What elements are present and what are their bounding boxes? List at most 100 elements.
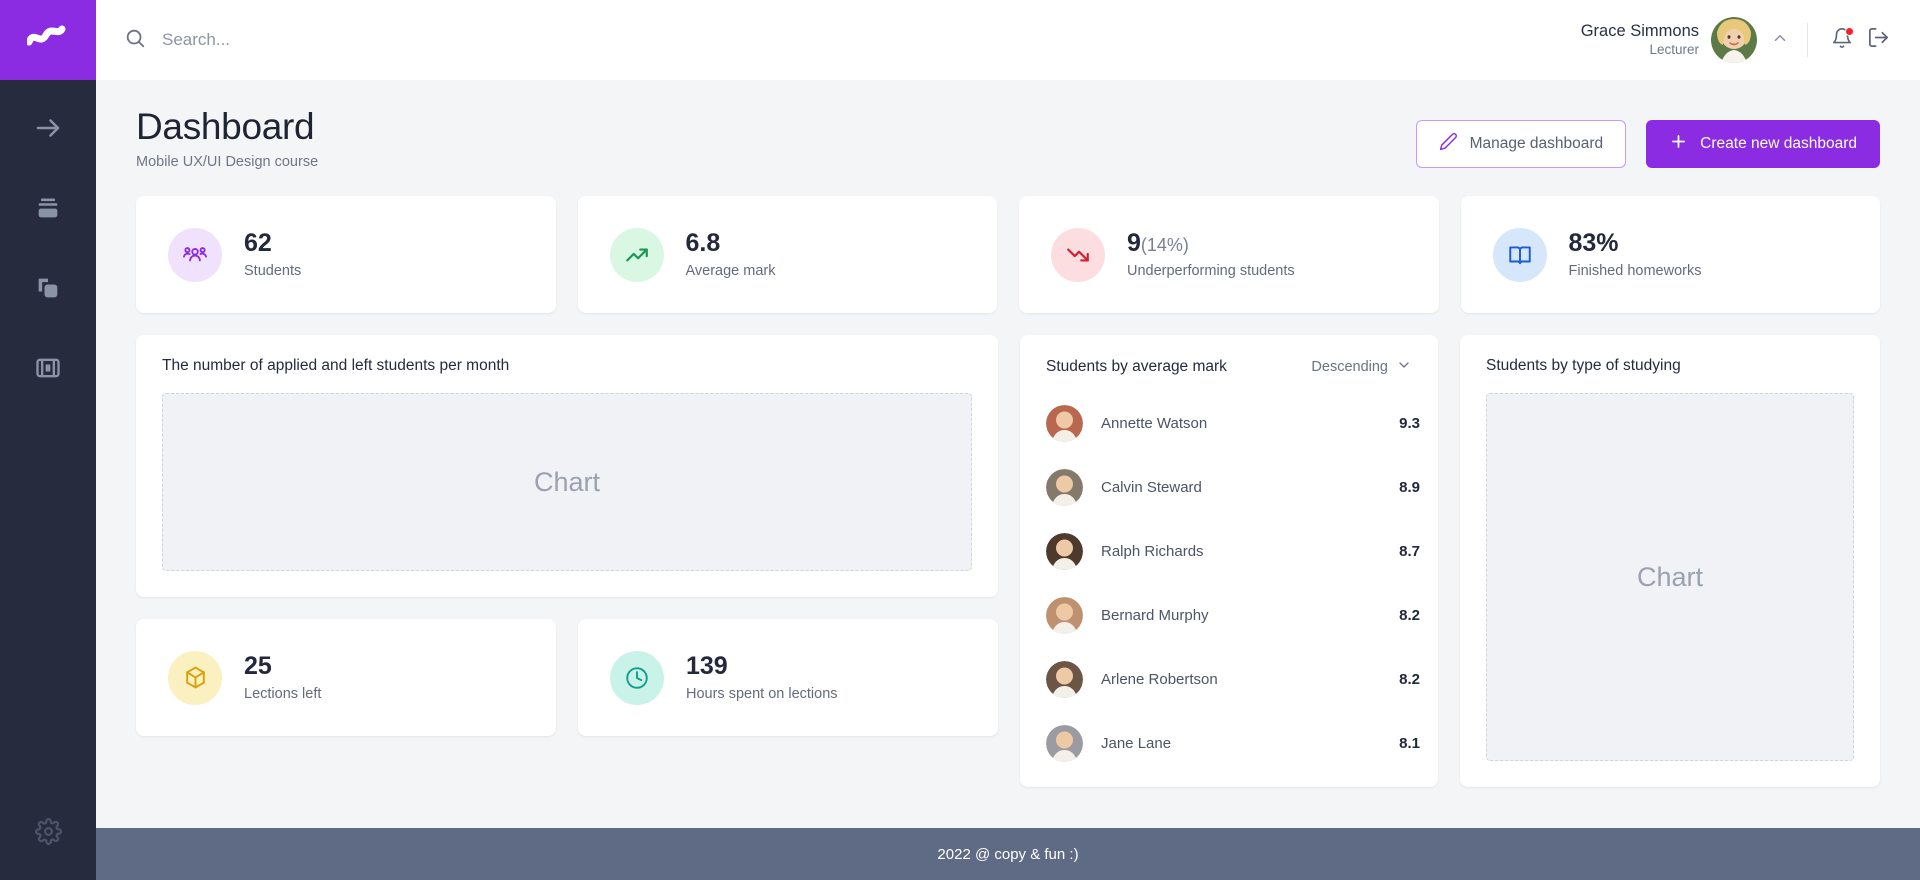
student-avatar [1046,404,1083,442]
stat-label: Students [244,262,302,279]
chart-placeholder[interactable]: Chart [162,393,972,571]
students-list[interactable]: Annette Watson 9.3 Calvin Steward 8.9 Ralph … [1020,391,1438,787]
stat-value-suffix: (14%) [1140,235,1189,256]
plus-icon [1669,132,1688,156]
stat-label: Underperforming students [1127,262,1295,279]
student-mark: 8.1 [1399,734,1420,752]
students-panel-header: Students by average mark Descending [1020,357,1438,377]
stat-value: 62 [244,229,272,258]
student-name: Calvin Steward [1101,478,1202,496]
page-subtitle: Mobile UX/UI Design course [136,154,319,170]
app-logo[interactable] [0,0,96,80]
student-name: Jane Lane [1101,734,1172,752]
page-header: Dashboard Mobile UX/UI Design course Man… [136,106,1880,170]
user-menu-toggle[interactable] [1763,23,1797,57]
chart-placeholder[interactable]: Chart [1486,393,1854,761]
panels-row: The number of applied and left students … [136,335,1880,787]
manage-dashboard-button[interactable]: Manage dashboard [1415,120,1627,168]
search-area [124,27,1581,54]
student-row[interactable]: Bernard Murphy 8.2 [1046,583,1438,647]
stat-value: 139 [686,652,728,681]
gear-icon [34,818,62,850]
stat-card-hours-spent[interactable]: 139 Hours spent on lections [578,619,998,736]
arrow-right-icon [33,113,63,148]
people-group-icon [168,227,222,282]
students-by-mark-panel: Students by average mark Descending Anne… [1020,335,1438,787]
sort-order-dropdown[interactable]: Descending [1311,357,1412,377]
page-title: Dashboard [136,106,315,147]
student-row[interactable]: Arlene Robertson 8.2 [1046,647,1438,711]
stat-text-group: 62 Students [244,230,301,279]
manage-dashboard-label: Manage dashboard [1469,135,1604,152]
left-column: The number of applied and left students … [136,335,998,736]
sort-order-label: Descending [1311,359,1388,375]
sidebar-nav [20,108,76,812]
stat-text-group: 6.8 Average mark [686,230,776,279]
chevron-down-icon [1396,357,1412,377]
topbar-divider [1807,23,1808,57]
small-stats-row: 25 Lections left 139 Hours spent on lect… [136,619,998,736]
stat-card-average-mark[interactable]: 6.8 Average mark [577,196,997,313]
student-row[interactable]: Annette Watson 9.3 [1046,391,1438,455]
content-area: Dashboard Mobile UX/UI Design course Man… [96,80,1920,828]
trend-down-icon [1051,227,1105,282]
stat-label: Lections left [244,685,322,702]
layers-copy-icon [34,274,62,307]
chevron-up-icon [1771,29,1789,52]
stat-card-students[interactable]: 62 Students [136,196,556,313]
create-dashboard-button[interactable]: Create new dashboard [1646,120,1880,168]
logout-button[interactable] [1860,22,1896,58]
student-row[interactable]: Jane Lane 8.1 [1046,711,1438,775]
student-row[interactable]: Calvin Steward 8.9 [1046,455,1438,519]
trend-up-icon [609,227,664,282]
student-mark: 8.2 [1399,606,1420,624]
film-strip-icon [34,354,62,387]
student-name: Bernard Murphy [1101,606,1209,624]
stat-label: Average mark [685,262,776,279]
student-name: Ralph Richards [1101,542,1204,560]
notifications-button[interactable] [1824,22,1860,58]
stack-icon [34,194,62,227]
avatar[interactable] [1711,17,1757,63]
student-mark: 8.7 [1399,542,1420,560]
student-mark: 8.2 [1399,670,1420,688]
stat-card-lections-left[interactable]: 25 Lections left [136,619,556,736]
student-name: Annette Watson [1101,414,1208,432]
sidebar [0,0,96,880]
sidebar-item-materials[interactable] [20,268,76,312]
student-avatar [1046,532,1083,570]
user-area: Grace Simmons Lecturer [1581,17,1896,63]
notification-badge [1845,27,1854,36]
panel-title: The number of applied and left students … [162,357,510,374]
topbar: Grace Simmons Lecturer [96,0,1920,80]
main-column: Grace Simmons Lecturer [96,0,1920,880]
stat-value: 9(14%) [1127,229,1189,258]
stat-card-underperforming[interactable]: 9(14%) Underperforming students [1019,196,1439,313]
student-row[interactable]: Ralph Richards 8.7 [1046,519,1438,583]
user-name: Grace Simmons [1580,22,1699,41]
student-row[interactable]: Pat Black7.9 [1046,775,1438,787]
create-dashboard-label: Create new dashboard [1700,135,1857,152]
stat-label: Hours spent on lections [686,685,838,702]
book-open-icon [1492,227,1547,282]
search-icon [124,27,146,54]
user-role: Lecturer [1649,41,1699,57]
stat-text-group: 9(14%) Underperforming students [1127,230,1295,279]
stat-text-group: 139 Hours spent on lections [686,653,838,702]
stat-text-group: 83% Finished homeworks [1569,230,1702,279]
sidebar-item-videos[interactable] [20,348,76,392]
wave-logo-icon [25,23,69,58]
stat-card-finished-homeworks[interactable]: 83% Finished homeworks [1460,196,1880,313]
applied-left-chart-panel: The number of applied and left students … [136,335,998,597]
student-mark: 8.9 [1399,478,1420,496]
panel-title: Students by average mark [1046,358,1227,375]
stats-row: 62 Students 6.8 Average mark 9(14%) Unde… [136,196,1880,313]
sidebar-item-settings[interactable] [20,812,76,856]
student-avatar [1046,660,1083,698]
sidebar-item-courses[interactable] [20,188,76,232]
logout-icon [1867,26,1890,54]
sidebar-item-expand[interactable] [20,108,76,152]
search-input[interactable] [162,30,582,50]
clock-icon [610,650,664,705]
footer: 2022 @ copy & fun :) [96,828,1920,880]
